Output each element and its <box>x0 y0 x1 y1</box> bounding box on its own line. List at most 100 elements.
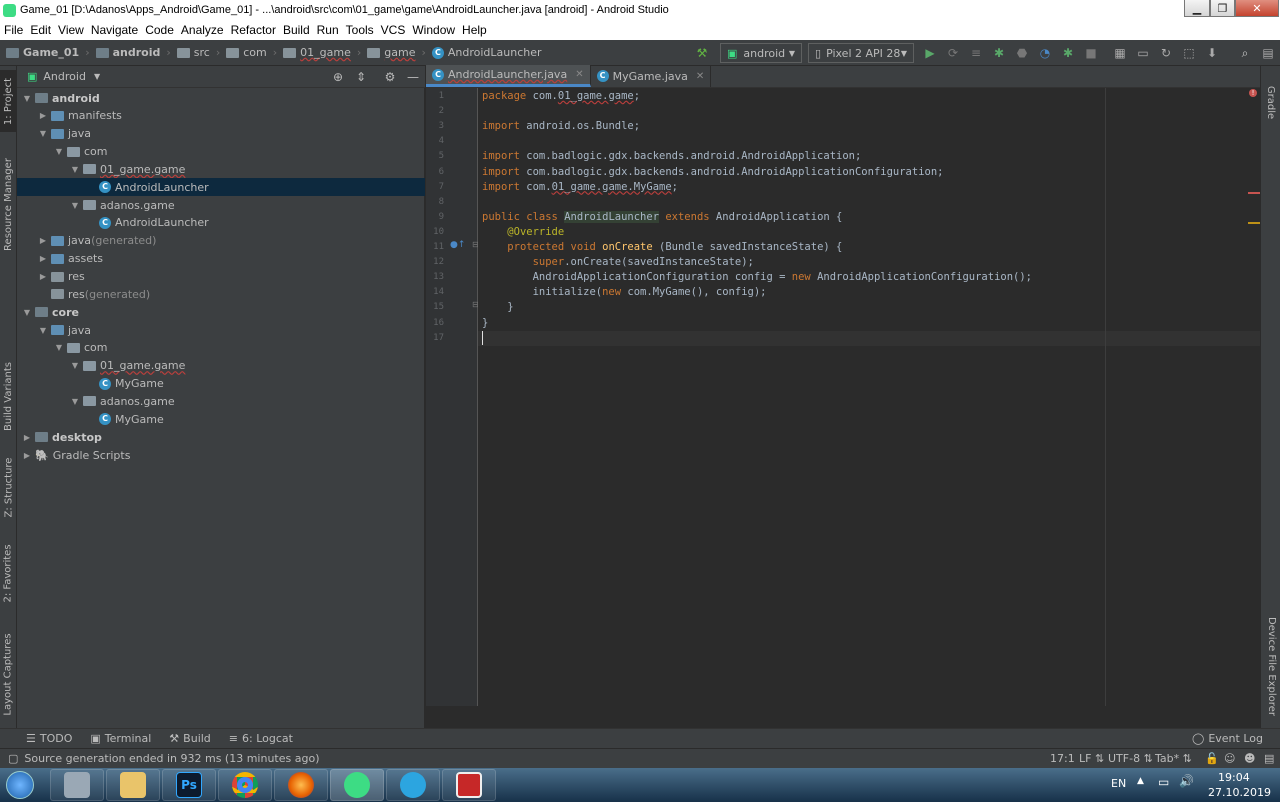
tree-row[interactable]: C AndroidLauncher <box>17 178 425 197</box>
breadcrumb-item[interactable]: src › <box>176 46 220 59</box>
menu-navigate[interactable]: Navigate <box>87 23 142 37</box>
code-line[interactable]: package com.01_game.game; <box>482 89 640 104</box>
tree-row[interactable]: ▶ res <box>17 268 425 286</box>
file-encoding[interactable]: UTF-8 ⇅ <box>1108 752 1153 765</box>
code-line[interactable]: } <box>482 316 488 331</box>
minimize-button[interactable]: ▁ <box>1184 0 1210 17</box>
taskbar-explorer[interactable] <box>106 769 160 801</box>
chevron-right-icon[interactable]: ▶ <box>37 254 49 263</box>
code-line[interactable]: initialize(new com.MyGame(), config); <box>482 285 767 300</box>
breadcrumb-item[interactable]: com › <box>226 46 277 59</box>
chevron-right-icon[interactable]: ▶ <box>37 111 49 120</box>
taskbar-telegram[interactable] <box>386 769 440 801</box>
build-tab[interactable]: ⚒ Build <box>169 732 211 745</box>
chevron-down-icon[interactable]: ▼ <box>69 165 81 174</box>
menu-edit[interactable]: Edit <box>26 23 55 37</box>
tree-row[interactable]: C MyGame <box>17 410 425 428</box>
chevron-down-icon[interactable]: ▼ <box>94 72 100 81</box>
chevron-right-icon[interactable]: ▶ <box>21 433 33 442</box>
sdk-manager-icon[interactable]: ⬇ <box>1204 45 1220 61</box>
chevron-down-icon[interactable]: ▼ <box>53 147 65 156</box>
tree-row[interactable]: res (generated) <box>17 285 425 303</box>
chevron-down-icon[interactable]: ▼ <box>69 361 81 370</box>
tab-androidlauncher[interactable]: C AndroidLauncher.java ✕ <box>426 65 591 87</box>
tree-row[interactable]: ▼ adanos.game <box>17 392 425 410</box>
code-line[interactable]: import com.badlogic.gdx.backends.android… <box>482 165 944 180</box>
project-structure-icon[interactable]: ▦ <box>1112 45 1128 61</box>
run-config-select[interactable]: ▣ android ▼ <box>720 43 802 63</box>
project-view-select[interactable]: Android <box>43 70 86 83</box>
todo-tab[interactable]: ☰ TODO <box>26 732 72 745</box>
menu-code[interactable]: Code <box>141 23 178 37</box>
make-project-icon[interactable]: ⚒ <box>694 45 710 61</box>
language-indicator[interactable]: EN <box>1111 777 1126 790</box>
status-message[interactable]: Source generation ended in 932 ms (13 mi… <box>24 752 319 765</box>
menu-build[interactable]: Build <box>279 23 314 37</box>
line-separator[interactable]: LF ⇅ <box>1079 752 1104 765</box>
menu-run[interactable]: Run <box>313 23 343 37</box>
close-button[interactable]: ✕ <box>1235 0 1279 17</box>
tab-device-file-explorer[interactable]: Device File Explorer <box>1262 611 1280 721</box>
chevron-down-icon[interactable]: ▼ <box>21 94 33 103</box>
taskbar-calculator[interactable] <box>50 769 104 801</box>
apply-changes-icon[interactable]: ⟳ <box>945 45 961 61</box>
start-button[interactable] <box>0 768 40 802</box>
event-log-tab[interactable]: ◯ Event Log <box>1192 732 1263 745</box>
tree-row[interactable]: ▼ adanos.game <box>17 196 425 214</box>
terminal-tab[interactable]: ▣ Terminal <box>90 732 151 745</box>
chevron-down-icon[interactable]: ▼ <box>21 308 33 317</box>
tab-mygame[interactable]: C MyGame.java ✕ <box>591 65 712 87</box>
code-editor[interactable]: package com.01_game.game;import android.… <box>478 88 1260 706</box>
warning-stripe-marker[interactable] <box>1248 222 1260 224</box>
logcat-tab[interactable]: ≡ 6: Logcat <box>229 732 293 745</box>
clock-time[interactable]: 19:04 <box>1218 771 1250 784</box>
tree-row[interactable]: ▶ manifests <box>17 107 425 125</box>
gear-icon[interactable]: ⚙ <box>382 69 398 85</box>
tab-build-variants[interactable]: Build Variants <box>0 356 17 436</box>
search-icon[interactable]: ⌕ <box>1237 45 1253 61</box>
collapse-all-icon[interactable]: ⇕ <box>353 69 369 85</box>
chevron-down-icon[interactable]: ▼ <box>53 343 65 352</box>
volume-icon[interactable]: 🔊 <box>1179 774 1194 788</box>
inspector-icon[interactable]: ☺ <box>1224 752 1235 765</box>
tab-favorites[interactable]: 2: Favorites <box>0 538 17 608</box>
code-line[interactable]: import android.os.Bundle; <box>482 119 640 134</box>
code-line[interactable]: } <box>482 300 513 315</box>
lock-icon[interactable]: 🔓 <box>1205 752 1219 765</box>
menu-tools[interactable]: Tools <box>342 23 378 37</box>
tree-row[interactable]: ▼ com <box>17 143 425 161</box>
tray-expand-icon[interactable]: ▲ <box>1137 776 1144 786</box>
code-line[interactable]: import com.badlogic.gdx.backends.android… <box>482 149 861 164</box>
panel-toggle-icon[interactable]: ▢ <box>8 752 18 765</box>
memory-icon[interactable]: ☻ <box>1244 752 1255 765</box>
tree-row[interactable]: ▼ 01_game.game <box>17 160 425 178</box>
tree-row[interactable]: C AndroidLauncher <box>17 214 425 232</box>
tree-row[interactable]: ▶ java (generated) <box>17 232 425 250</box>
hide-panel-icon[interactable]: — <box>405 69 421 85</box>
chevron-right-icon[interactable]: ▶ <box>21 451 33 460</box>
override-marker-icon[interactable]: ●↑ <box>450 240 465 250</box>
editor-horizontal-scroll[interactable] <box>426 706 1260 728</box>
chevron-right-icon[interactable]: ▶ <box>37 272 49 281</box>
device-select[interactable]: ▯ Pixel 2 API 28 ▼ <box>808 43 914 63</box>
attach-debugger-icon[interactable]: ⬣ <box>1014 45 1030 61</box>
taskbar-chrome[interactable] <box>218 769 272 801</box>
breadcrumb-item[interactable]: Game_01 › <box>6 46 90 59</box>
tab-gradle[interactable]: Gradle <box>1262 72 1280 132</box>
tree-row[interactable]: ▼ core <box>17 303 425 321</box>
tree-row[interactable]: C MyGame <box>17 375 425 393</box>
menu-vcs[interactable]: VCS <box>377 23 410 37</box>
indent-setting[interactable]: Tab* ⇅ <box>1155 752 1192 765</box>
tree-row[interactable]: ▼ java <box>17 321 425 339</box>
locate-icon[interactable]: ⊕ <box>330 69 346 85</box>
menu-analyze[interactable]: Analyze <box>177 23 228 37</box>
error-stripe-marker[interactable] <box>1248 192 1260 194</box>
chevron-down-icon[interactable]: ▼ <box>69 201 81 210</box>
debug-icon[interactable]: ✱ <box>991 45 1007 61</box>
taskbar-app[interactable] <box>442 769 496 801</box>
menu-window[interactable]: Window <box>408 23 459 37</box>
caret-position[interactable]: 17:1 <box>1050 752 1075 765</box>
network-icon[interactable]: ▭ <box>1158 775 1169 789</box>
chevron-down-icon[interactable]: ▼ <box>69 397 81 406</box>
code-line[interactable]: AndroidApplicationConfiguration config =… <box>482 270 1032 285</box>
